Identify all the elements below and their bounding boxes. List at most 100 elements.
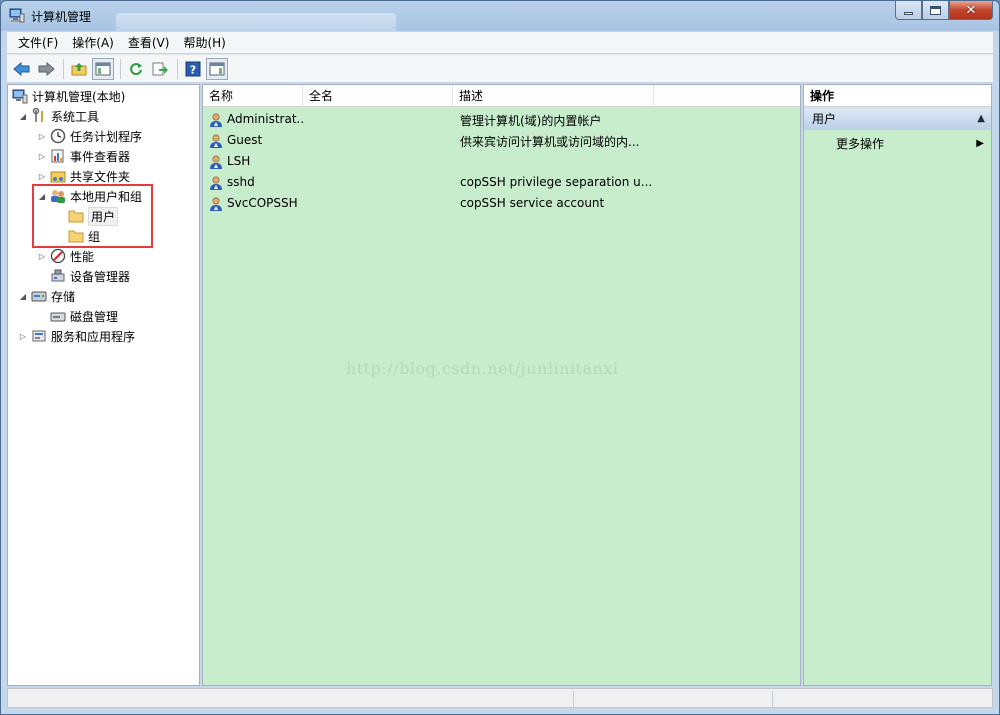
more-actions-item[interactable]: 更多操作 ▶ [836, 135, 986, 153]
user-icon [208, 175, 224, 191]
show-hide-tree-icon [95, 62, 111, 75]
title-bar[interactable]: 计算机管理 ✕ [1, 1, 999, 31]
tree-label: 计算机管理(本地) [32, 89, 126, 104]
collapsed-triangle-icon[interactable]: ▷ [37, 132, 47, 141]
actions-pane: 操作 用户 ▲ 更多操作 ▶ [803, 84, 992, 686]
user-name: Guest [227, 133, 263, 147]
computer-management-icon [9, 8, 25, 23]
user-name: Administrat... [227, 112, 303, 126]
user-description: copSSH privilege separation u... [460, 175, 653, 189]
column-header-description[interactable]: 描述 [453, 85, 654, 107]
status-separator [573, 691, 574, 707]
menu-file[interactable]: 文件(F) [13, 34, 67, 51]
action-pane-button[interactable] [206, 57, 228, 80]
close-icon: ✕ [965, 2, 977, 18]
list-item[interactable]: LSH [203, 152, 800, 173]
maximize-button[interactable] [922, 1, 949, 20]
tree-node-storage[interactable]: ◢ 存储 [18, 287, 75, 305]
user-icon [208, 112, 224, 128]
watermark-text: http://blog.csdn.net/junlinitanxi [346, 359, 619, 378]
menu-action[interactable]: 操作(A) [67, 34, 123, 51]
export-list-button[interactable] [149, 58, 171, 80]
user-list-pane: 名称 全名 描述 Administrat... 管理计算机(域)的内置帐户 Gu… [202, 84, 801, 686]
tree-label: 设备管理器 [70, 269, 131, 284]
svg-text:?: ? [190, 63, 196, 76]
forward-button[interactable] [35, 58, 57, 80]
tree-node-performance[interactable]: ▷ 性能 [37, 247, 94, 265]
list-item[interactable]: Administrat... 管理计算机(域)的内置帐户 [203, 110, 800, 131]
forward-arrow-icon [38, 61, 55, 76]
back-button[interactable] [11, 58, 33, 80]
expanded-triangle-icon[interactable]: ◢ [18, 292, 28, 301]
collapsed-triangle-icon[interactable]: ▷ [37, 252, 47, 261]
tree-label: 任务计划程序 [70, 129, 143, 144]
refresh-icon [130, 62, 142, 75]
collapse-up-icon[interactable]: ▲ [977, 108, 985, 130]
actions-section-users[interactable]: 用户 ▲ [804, 108, 991, 130]
tree-label: 服务和应用程序 [51, 329, 136, 344]
minimize-button[interactable] [895, 1, 922, 20]
tree-node-shared-folders[interactable]: ▷ 共享文件夹 [37, 167, 130, 185]
highlight-annotation-box [32, 184, 153, 248]
user-name: SvcCOPSSH [227, 196, 298, 210]
tree-label: 存储 [51, 289, 76, 304]
collapsed-triangle-icon[interactable]: ▷ [37, 152, 47, 161]
help-button[interactable]: ? [182, 58, 204, 80]
status-separator [772, 691, 773, 707]
list-item[interactable]: sshd copSSH privilege separation u... [203, 173, 800, 194]
background-window-tab [116, 13, 396, 31]
user-description: 管理计算机(域)的内置帐户 [460, 114, 602, 128]
tree-label: 事件查看器 [70, 149, 131, 164]
refresh-button[interactable] [125, 58, 147, 80]
disk-icon [50, 308, 66, 324]
tree-label: 磁盘管理 [70, 309, 119, 324]
user-icon [208, 196, 224, 212]
action-pane-icon [209, 62, 225, 75]
tree-label: 性能 [70, 249, 95, 264]
show-hide-tree-button[interactable] [92, 57, 114, 80]
list-item[interactable]: Guest 供来宾访问计算机或访问域的内... [203, 131, 800, 152]
menu-bar: 文件(F) 操作(A) 查看(V) 帮助(H) [7, 32, 993, 53]
expanded-triangle-icon[interactable]: ◢ [18, 112, 28, 121]
user-icon [208, 154, 224, 170]
clock-icon [50, 128, 66, 144]
toolbar-separator [63, 58, 64, 79]
toolbar: ? [7, 54, 993, 82]
shared-folder-icon [50, 168, 66, 184]
actions-section-label: 用户 [812, 112, 837, 126]
tree-node-disk-management[interactable]: 磁盘管理 [50, 307, 118, 325]
services-icon [31, 328, 47, 344]
collapsed-triangle-icon[interactable]: ▷ [18, 332, 28, 341]
close-button[interactable]: ✕ [949, 1, 993, 20]
help-icon: ? [185, 61, 201, 76]
more-actions-label: 更多操作 [836, 137, 885, 151]
column-header-fullname[interactable]: 全名 [303, 85, 453, 107]
column-header-name[interactable]: 名称 [203, 85, 303, 107]
app-window: 计算机管理 ✕ 文件(F) 操作(A) 查看(V) 帮助(H) ? 计算机管理(… [0, 0, 1000, 715]
tree-node-services-apps[interactable]: ▷ 服务和应用程序 [18, 327, 135, 345]
collapsed-triangle-icon[interactable]: ▷ [37, 172, 47, 181]
menu-view[interactable]: 查看(V) [123, 34, 179, 51]
computer-management-icon [12, 88, 28, 104]
user-description: copSSH service account [460, 196, 605, 210]
menu-help[interactable]: 帮助(H) [178, 34, 234, 51]
toolbar-separator [177, 58, 178, 79]
toolbar-separator [120, 58, 121, 79]
user-icon [208, 133, 224, 149]
performance-icon [50, 248, 66, 264]
tree-node-task-scheduler[interactable]: ▷ 任务计划程序 [37, 127, 142, 145]
actions-header: 操作 [804, 85, 991, 107]
tree-node-root[interactable]: 计算机管理(本地) [12, 87, 125, 105]
tree-node-system-tools[interactable]: ◢ 系统工具 [18, 107, 99, 125]
tree-node-event-viewer[interactable]: ▷ 事件查看器 [37, 147, 130, 165]
tools-icon [31, 108, 47, 124]
tree-node-device-manager[interactable]: 设备管理器 [50, 267, 130, 285]
back-arrow-icon [13, 61, 30, 76]
export-list-icon [152, 62, 168, 75]
console-tree: 计算机管理(本地) ◢ 系统工具 ▷ 任务计划程序 ▷ 事件查看器 ▷ 共享文件… [7, 84, 200, 686]
list-item[interactable]: SvcCOPSSH copSSH service account [203, 194, 800, 215]
user-name: sshd [227, 175, 255, 189]
status-bar [7, 688, 993, 708]
maximize-icon [930, 5, 941, 15]
up-level-button[interactable] [68, 58, 90, 80]
